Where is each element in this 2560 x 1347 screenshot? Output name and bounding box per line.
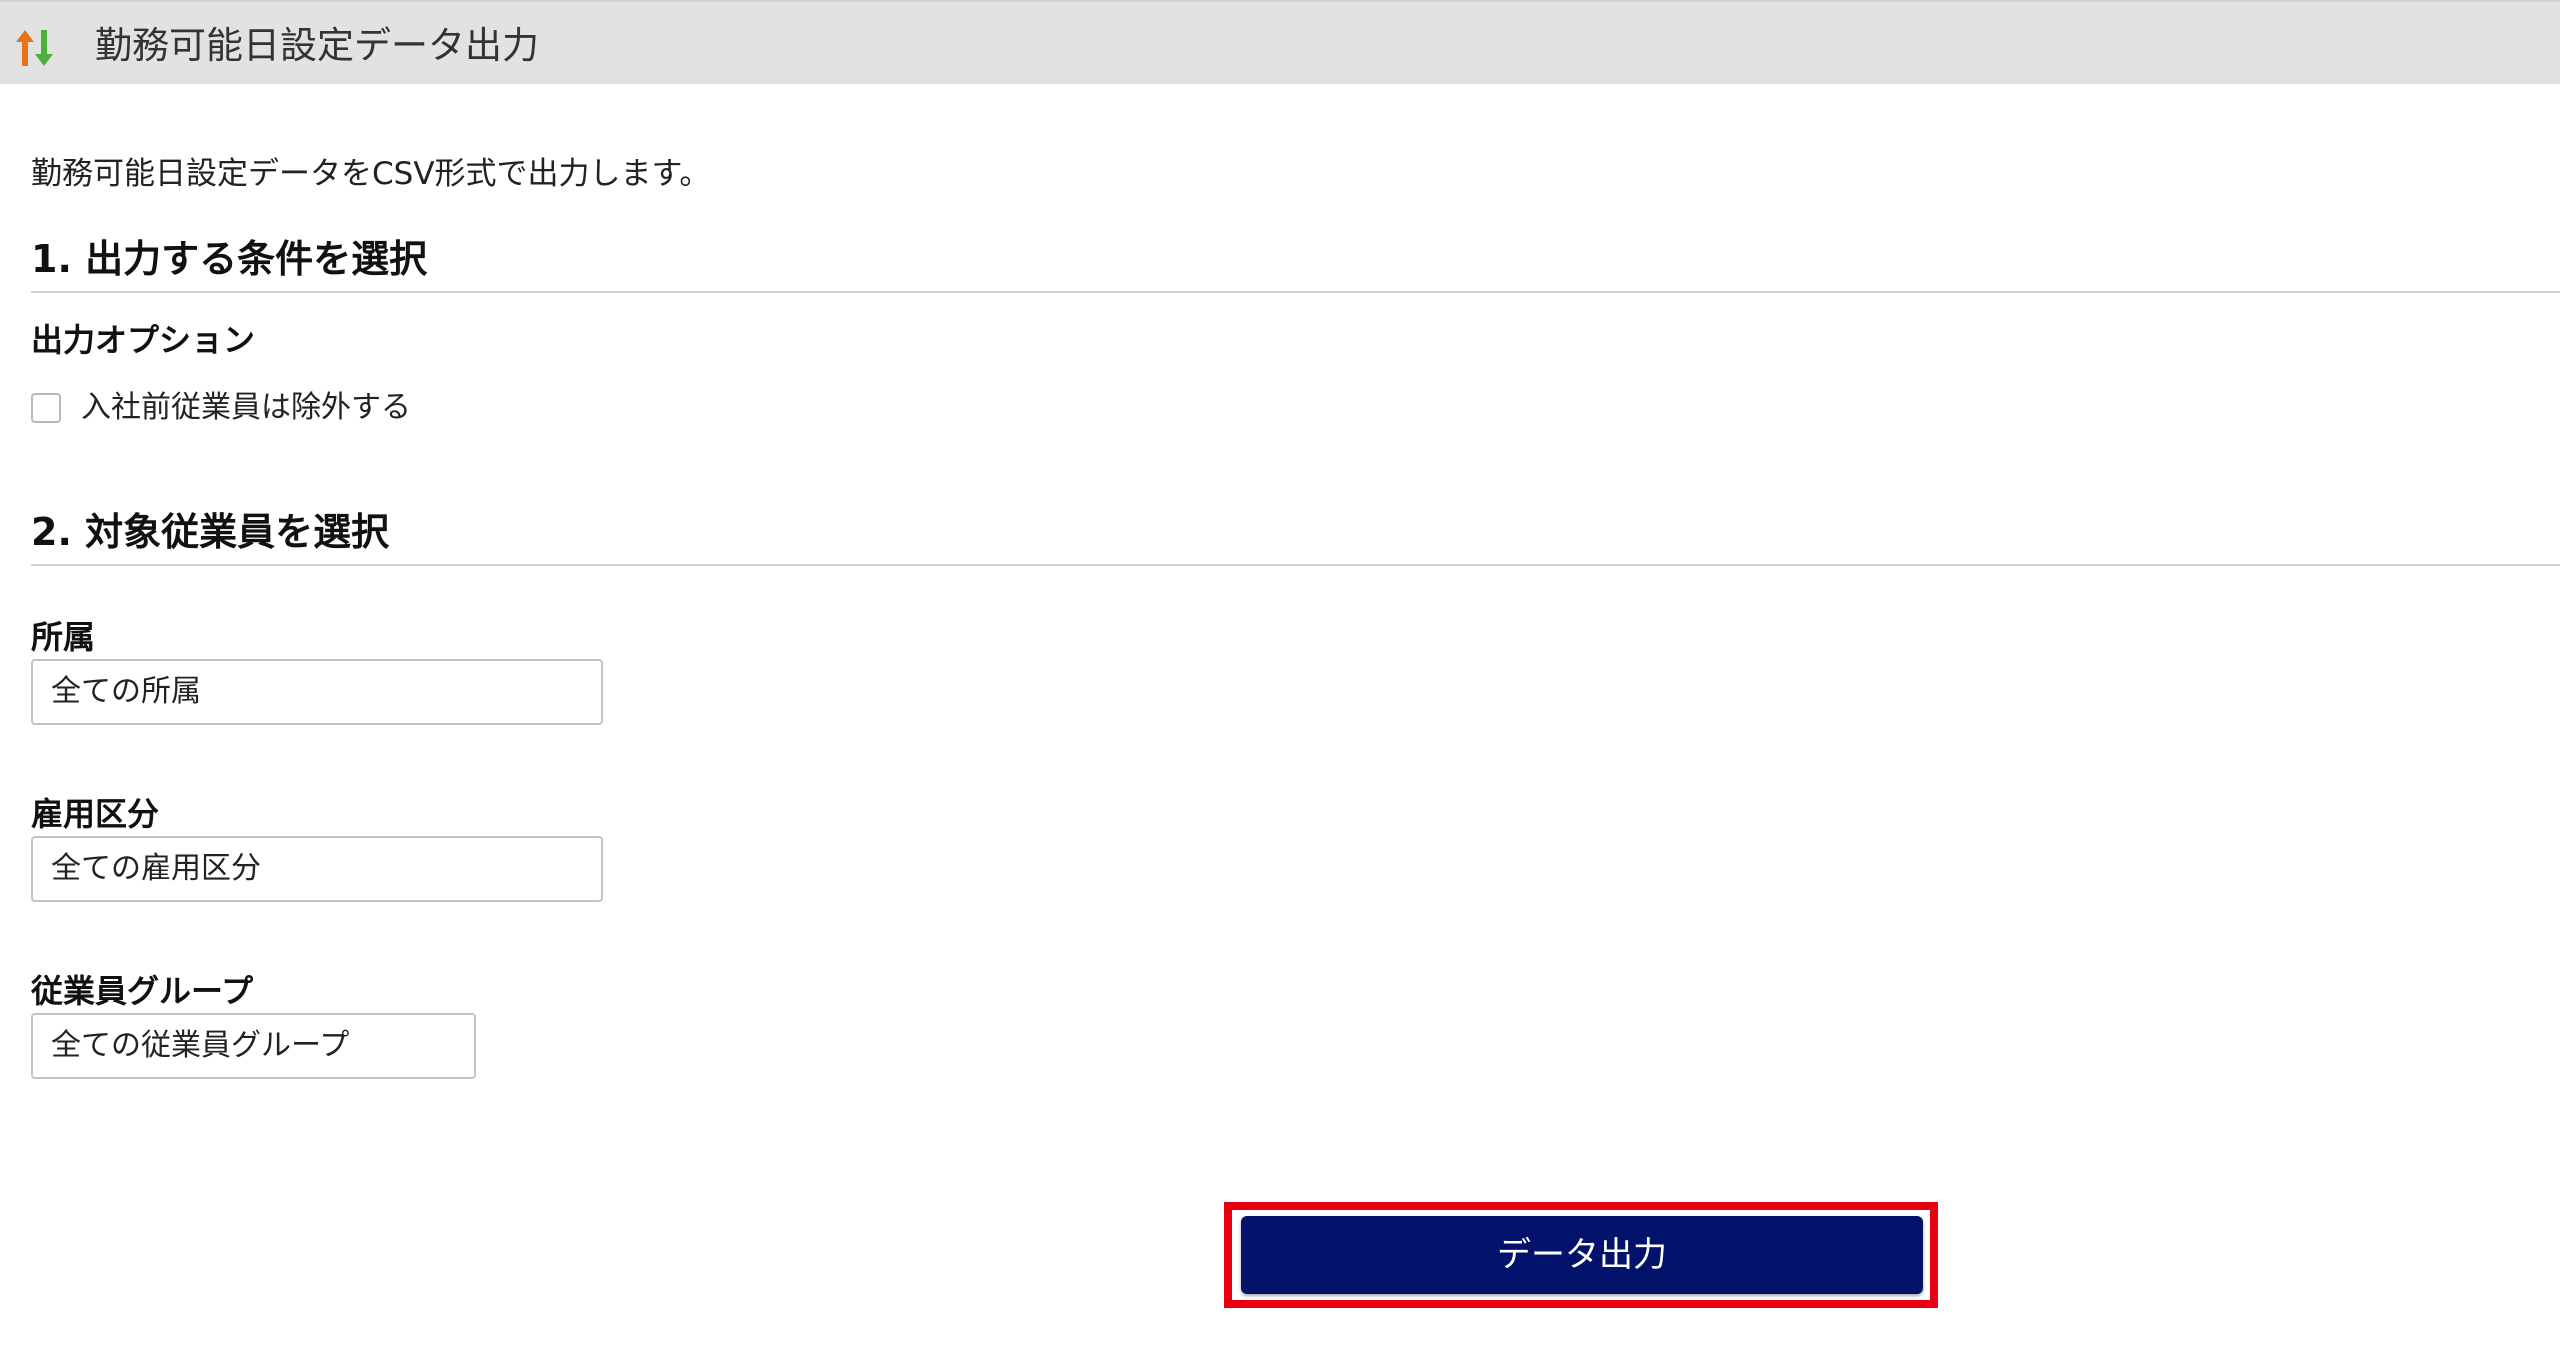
page-description: 勤務可能日設定データをCSV形式で出力します。 bbox=[31, 156, 711, 192]
employee-group-select[interactable]: 全ての従業員グループ bbox=[31, 1013, 476, 1079]
exclude-pre-hire-label[interactable]: 入社前従業員は除外する bbox=[81, 388, 411, 428]
affiliation-select[interactable]: 全ての所属 bbox=[31, 659, 603, 725]
affiliation-label: 所属 bbox=[31, 618, 96, 656]
export-data-button[interactable]: データ出力 bbox=[1241, 1216, 1923, 1294]
section-title-employees: 2. 対象従業員を選択 bbox=[31, 510, 390, 554]
export-page: 勤務可能日設定データ出力 勤務可能日設定データをCSV形式で出力します。 1. … bbox=[0, 0, 2560, 1347]
employment-type-label: 雇用区分 bbox=[31, 795, 160, 833]
employee-group-label: 従業員グループ bbox=[31, 972, 254, 1010]
page-header: 勤務可能日設定データ出力 bbox=[0, 0, 2560, 84]
section-divider bbox=[31, 564, 2560, 566]
section-title-conditions: 1. 出力する条件を選択 bbox=[31, 237, 428, 281]
page-title: 勤務可能日設定データ出力 bbox=[95, 24, 539, 67]
exclude-pre-hire-option[interactable]: 入社前従業員は除外する bbox=[31, 388, 411, 428]
sort-arrows-icon bbox=[14, 28, 58, 68]
section-divider bbox=[31, 291, 2560, 293]
employment-type-select[interactable]: 全ての雇用区分 bbox=[31, 836, 603, 902]
exclude-pre-hire-checkbox[interactable] bbox=[31, 393, 61, 423]
output-options-label: 出力オプション bbox=[31, 321, 256, 359]
